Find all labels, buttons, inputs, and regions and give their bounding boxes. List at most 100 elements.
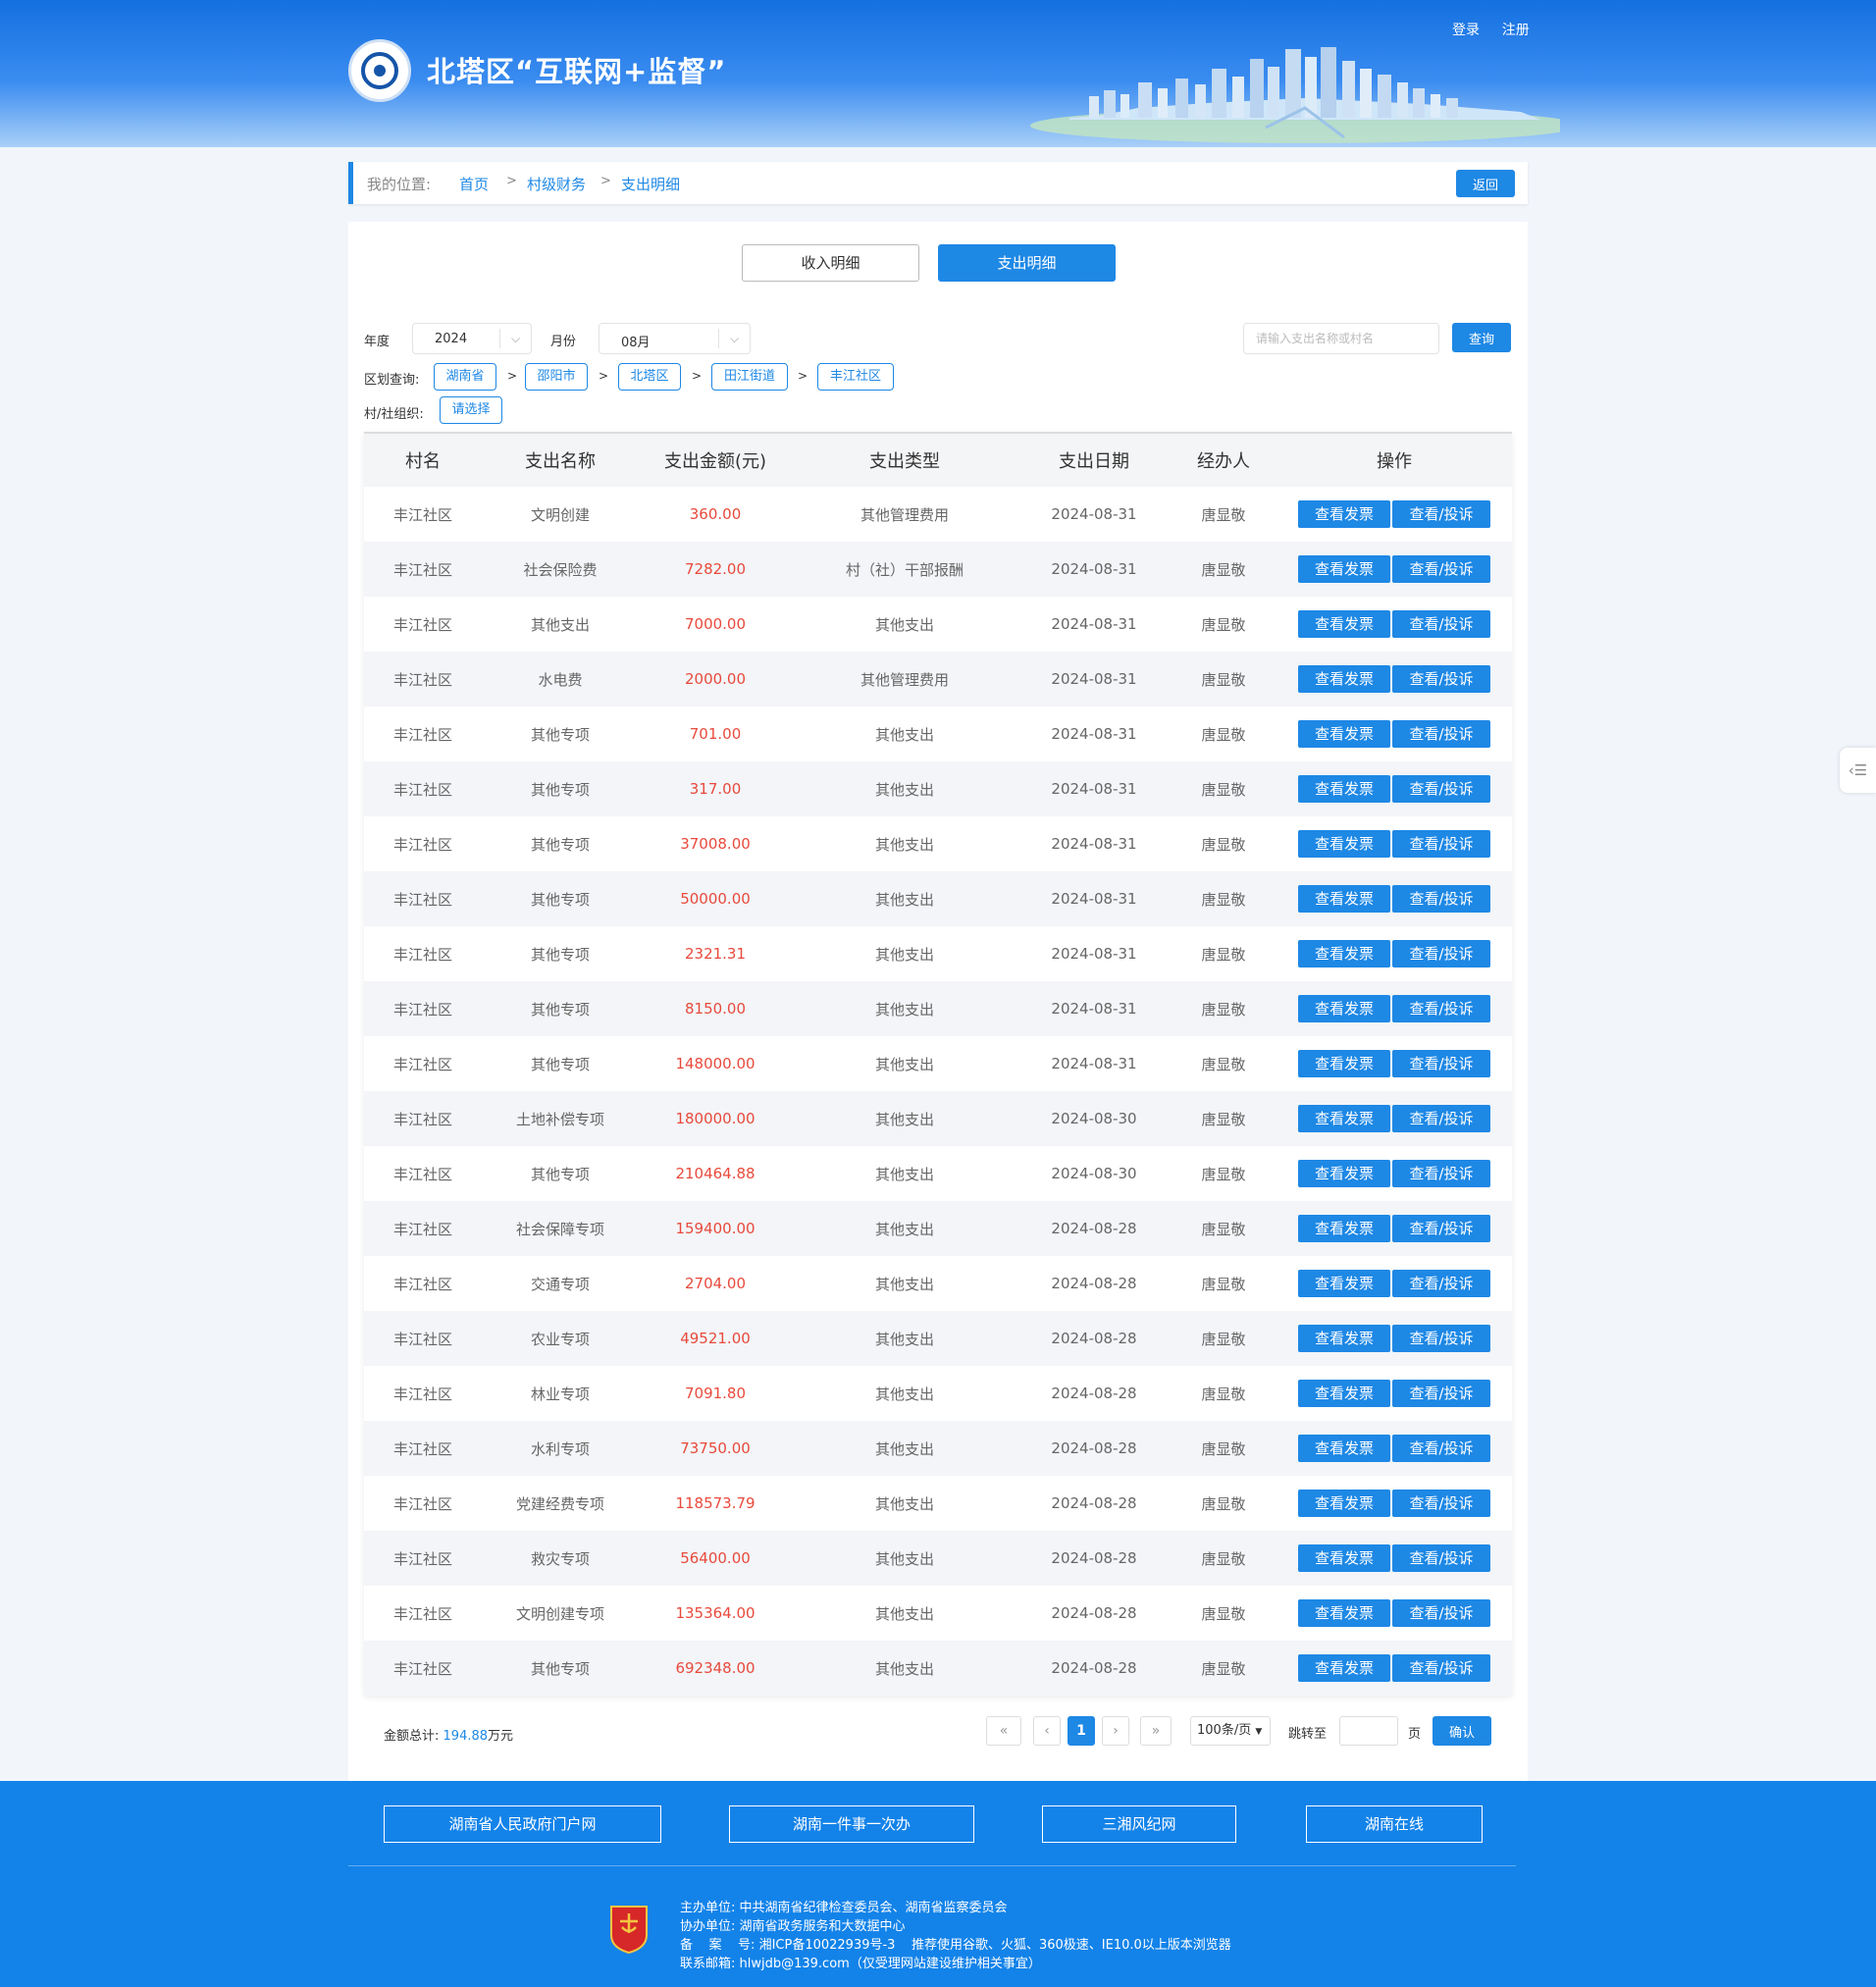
search-button[interactable]: 查询	[1452, 323, 1511, 352]
view-complaint-button[interactable]: 查看/投诉	[1392, 500, 1490, 528]
view-complaint-button[interactable]: 查看/投诉	[1392, 1270, 1490, 1297]
region-community[interactable]: 丰江社区	[817, 363, 894, 391]
cell-expense-name: 党建经费专项	[515, 1494, 604, 1513]
col-header-actions: 操作	[1277, 434, 1512, 487]
cell-handler: 唐显敬	[1201, 1165, 1246, 1183]
view-invoice-button[interactable]: 查看发票	[1298, 830, 1390, 858]
jump-confirm-button[interactable]: 确认	[1433, 1716, 1491, 1746]
cell-expense-name: 社会保险费	[482, 542, 639, 597]
region-district[interactable]: 北塔区	[618, 363, 681, 391]
list-icon[interactable]: ‹☰	[1840, 748, 1876, 793]
view-invoice-button[interactable]: 查看发票	[1298, 1380, 1390, 1407]
cell-actions: 查看发票 查看/投诉	[1277, 816, 1512, 871]
login-link[interactable]: 登录	[1452, 23, 1480, 38]
cell-village: 丰江社区	[364, 1641, 482, 1696]
view-complaint-button[interactable]: 查看/投诉	[1392, 940, 1490, 967]
tab-expense-detail[interactable]: 支出明细	[938, 244, 1116, 282]
view-invoice-button[interactable]: 查看发票	[1298, 1599, 1390, 1627]
view-invoice-button[interactable]: 查看发票	[1298, 775, 1390, 803]
cell-amount: 7282.00	[639, 542, 792, 597]
register-link[interactable]: 注册	[1502, 23, 1530, 38]
col-header-date: 支出日期	[1017, 434, 1171, 487]
last-page-button[interactable]: »	[1140, 1716, 1172, 1746]
view-complaint-button[interactable]: 查看/投诉	[1392, 1544, 1490, 1572]
year-select[interactable]: 2024 ⌵	[412, 323, 532, 354]
cell-date: 2024-08-31	[1017, 761, 1171, 816]
cell-amount: 37008.00	[680, 835, 751, 853]
view-complaint-button[interactable]: 查看/投诉	[1392, 1599, 1490, 1627]
view-complaint-button[interactable]: 查看/投诉	[1392, 1435, 1490, 1462]
first-page-button[interactable]: «	[986, 1716, 1021, 1746]
view-complaint-button[interactable]: 查看/投诉	[1392, 1050, 1490, 1077]
cell-amount: 7000.00	[684, 615, 747, 633]
prev-page-button[interactable]: ‹	[1033, 1716, 1061, 1746]
view-invoice-button[interactable]: 查看发票	[1298, 1160, 1390, 1187]
next-page-button[interactable]: ›	[1102, 1716, 1129, 1746]
view-complaint-button[interactable]: 查看/投诉	[1392, 1490, 1490, 1517]
breadcrumb-home[interactable]: 首页	[459, 174, 489, 194]
cell-date: 2024-08-30	[1051, 1165, 1137, 1182]
view-invoice-button[interactable]: 查看发票	[1298, 940, 1390, 967]
view-invoice-button[interactable]: 查看发票	[1298, 1325, 1390, 1352]
table-row: 丰江社区 林业专项 7091.80 其他支出 2024-08-28 唐显敬 查看发票 查看/投…	[364, 1366, 1512, 1421]
org-select[interactable]: 请选择	[440, 396, 502, 424]
view-invoice-button[interactable]: 查看发票	[1298, 1435, 1390, 1462]
cell-date: 2024-08-28	[1051, 1385, 1137, 1402]
footer-link-sanxiang[interactable]: 三湘风纪网	[1042, 1805, 1236, 1843]
view-invoice-button[interactable]: 查看发票	[1298, 995, 1390, 1022]
cell-actions: 查看发票 查看/投诉	[1277, 706, 1512, 761]
breadcrumb-village-finance[interactable]: 村级财务	[527, 174, 586, 194]
tab-income-detail[interactable]: 收入明细	[742, 244, 919, 282]
view-invoice-button[interactable]: 查看发票	[1298, 1270, 1390, 1297]
footer-link-hunan-gov[interactable]: 湖南省人民政府门户网	[384, 1805, 661, 1843]
view-invoice-button[interactable]: 查看发票	[1298, 1215, 1390, 1242]
view-invoice-button[interactable]: 查看发票	[1298, 1105, 1390, 1132]
view-invoice-button[interactable]: 查看发票	[1298, 610, 1390, 638]
view-invoice-button[interactable]: 查看发票	[1298, 1490, 1390, 1517]
cell-date: 2024-08-28	[1051, 1604, 1137, 1622]
view-complaint-button[interactable]: 查看/投诉	[1392, 1654, 1490, 1682]
footer-host-info: 主办单位: 中共湖南省纪律检查委员会、湖南省监察委员会	[680, 1901, 1008, 1915]
search-input[interactable]	[1243, 323, 1439, 354]
region-province[interactable]: 湖南省	[434, 363, 496, 391]
view-complaint-button[interactable]: 查看/投诉	[1392, 885, 1490, 913]
cell-expense-name: 水电费	[482, 652, 639, 706]
view-invoice-button[interactable]: 查看发票	[1298, 1654, 1390, 1682]
view-complaint-button[interactable]: 查看/投诉	[1392, 830, 1490, 858]
table-row: 丰江社区 社会保障专项 159400.00 其他支出 2024-08-28 唐显敬 查看发票…	[364, 1201, 1512, 1256]
view-complaint-button[interactable]: 查看/投诉	[1392, 775, 1490, 803]
page-number-current[interactable]: 1	[1068, 1716, 1095, 1746]
cell-expense-name: 交通专项	[530, 1275, 590, 1293]
back-button[interactable]: 返回	[1456, 170, 1515, 197]
cell-handler: 唐显敬	[1171, 761, 1277, 816]
footer-link-hunan-online[interactable]: 湖南在线	[1306, 1805, 1483, 1843]
footer-link-one-thing[interactable]: 湖南一件事一次办	[729, 1805, 974, 1843]
view-invoice-button[interactable]: 查看发票	[1298, 500, 1390, 528]
view-invoice-button[interactable]: 查看发票	[1298, 1544, 1390, 1572]
footer-icp-info: 备 案 号: 湘ICP备10022939号-3 推荐使用谷歌、火狐、360极速、…	[680, 1938, 1231, 1953]
view-invoice-button[interactable]: 查看发票	[1298, 885, 1390, 913]
view-invoice-button[interactable]: 查看发票	[1298, 665, 1390, 693]
view-complaint-button[interactable]: 查看/投诉	[1392, 1160, 1490, 1187]
month-select[interactable]: 08月 ⌵	[599, 323, 751, 354]
view-complaint-button[interactable]: 查看/投诉	[1392, 610, 1490, 638]
view-invoice-button[interactable]: 查看发票	[1298, 1050, 1390, 1077]
view-complaint-button[interactable]: 查看/投诉	[1392, 995, 1490, 1022]
breadcrumb-expense-detail[interactable]: 支出明细	[621, 174, 680, 194]
cell-amount: 56400.00	[639, 1531, 792, 1586]
view-complaint-button[interactable]: 查看/投诉	[1392, 1215, 1490, 1242]
region-street[interactable]: 田江街道	[711, 363, 788, 391]
view-complaint-button[interactable]: 查看/投诉	[1392, 720, 1490, 748]
jump-page-input[interactable]	[1339, 1716, 1398, 1746]
view-complaint-button[interactable]: 查看/投诉	[1392, 1380, 1490, 1407]
cell-date: 2024-08-30	[1017, 1091, 1171, 1146]
view-invoice-button[interactable]: 查看发票	[1298, 555, 1390, 583]
view-complaint-button[interactable]: 查看/投诉	[1392, 1105, 1490, 1132]
region-city[interactable]: 邵阳市	[525, 363, 588, 391]
table-row: 丰江社区 其他专项 317.00 其他支出 2024-08-31 唐显敬 查看发票 查看/投诉	[364, 761, 1512, 816]
view-invoice-button[interactable]: 查看发票	[1298, 720, 1390, 748]
page-size-select[interactable]: 100条/页 ▼	[1190, 1716, 1271, 1746]
view-complaint-button[interactable]: 查看/投诉	[1392, 555, 1490, 583]
view-complaint-button[interactable]: 查看/投诉	[1392, 1325, 1490, 1352]
view-complaint-button[interactable]: 查看/投诉	[1392, 665, 1490, 693]
